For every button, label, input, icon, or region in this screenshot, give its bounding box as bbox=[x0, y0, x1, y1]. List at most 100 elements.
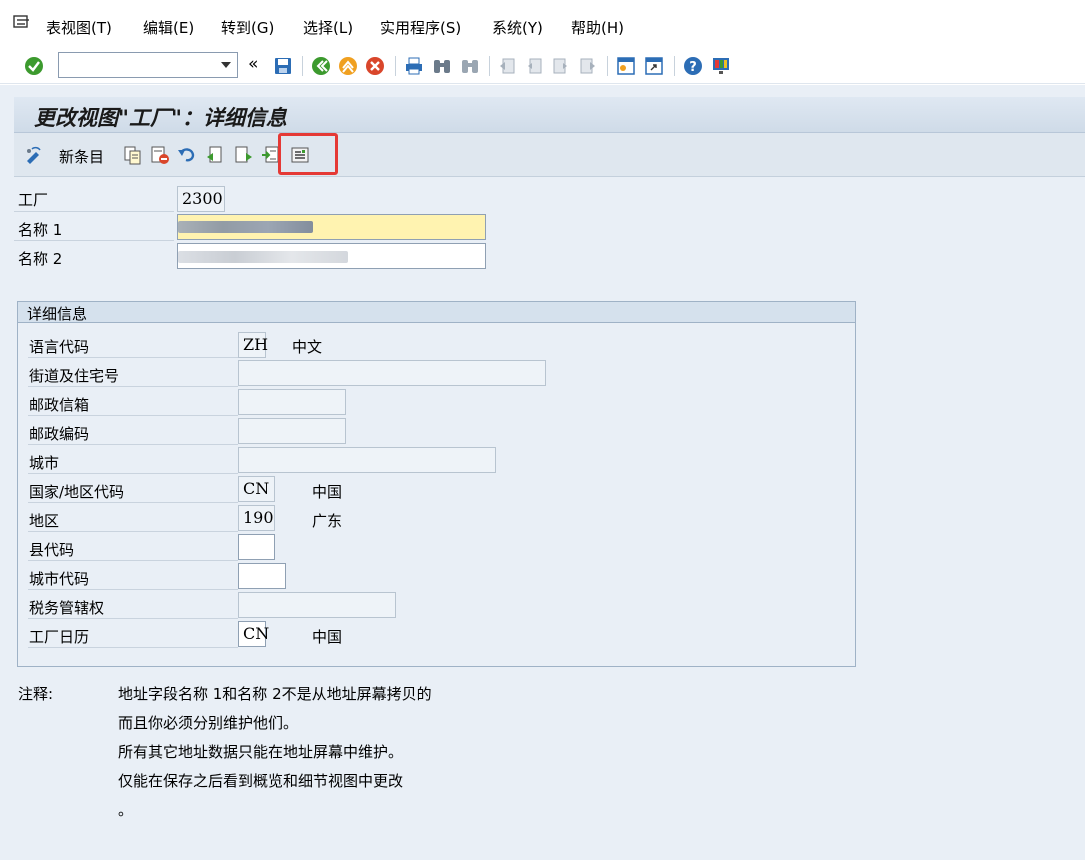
note-line: 地址字段名称 1和名称 2不是从地址屏幕拷贝的 bbox=[118, 685, 432, 703]
postal-code-label: 邮政编码 bbox=[29, 425, 90, 443]
group-title: 详细信息 bbox=[27, 305, 88, 323]
name2-label: 名称 2 bbox=[18, 250, 63, 268]
standard-toolbar: « ? bbox=[0, 48, 1085, 84]
menu-bar: 表视图(T) 编辑(E) 转到(G) 选择(L) 实用程序(S) 系统(Y) 帮… bbox=[0, 0, 1085, 48]
row-divider bbox=[28, 473, 238, 474]
new-entries-button[interactable]: 新条目 bbox=[59, 146, 104, 167]
county-code-label: 县代码 bbox=[29, 541, 75, 559]
county-code-field[interactable] bbox=[238, 534, 275, 560]
note-line: 仅能在保存之后看到概览和细节视图中更改 bbox=[118, 772, 404, 790]
last-page-icon[interactable] bbox=[578, 56, 598, 76]
undo-change-icon[interactable] bbox=[177, 145, 197, 165]
language-code-field: ZH bbox=[238, 332, 268, 358]
highlight-box bbox=[278, 133, 338, 175]
menu-table-view[interactable]: 表视图(T) bbox=[46, 17, 112, 38]
menu-edit[interactable]: 编辑(E) bbox=[143, 17, 194, 38]
menu-utilities[interactable]: 实用程序(S) bbox=[380, 17, 461, 38]
postal-code-field bbox=[238, 418, 346, 444]
note-line: 所有其它地址数据只能在地址屏幕中维护。 bbox=[118, 743, 404, 761]
svg-text:?: ? bbox=[689, 60, 697, 75]
save-icon[interactable] bbox=[273, 56, 293, 76]
menu-help[interactable]: 帮助(H) bbox=[571, 17, 624, 38]
name2-field[interactable] bbox=[177, 243, 486, 269]
toolbar-separator bbox=[674, 56, 675, 76]
next-page-icon[interactable] bbox=[551, 56, 571, 76]
tax-jurisdiction-field bbox=[238, 592, 396, 618]
city-code-field[interactable] bbox=[238, 563, 286, 589]
redacted-text bbox=[178, 221, 313, 233]
toolbar-separator bbox=[607, 56, 608, 76]
row-divider bbox=[14, 211, 174, 212]
toolbar-separator bbox=[302, 56, 303, 76]
language-description: 中文 bbox=[292, 338, 323, 356]
plant-field: 2300 bbox=[177, 186, 225, 212]
row-divider bbox=[28, 531, 238, 532]
language-code-label: 语言代码 bbox=[29, 338, 90, 356]
row-divider bbox=[14, 240, 174, 241]
display-change-icon[interactable] bbox=[24, 145, 44, 165]
customize-layout-icon[interactable] bbox=[711, 56, 731, 76]
row-divider bbox=[28, 415, 238, 416]
toolbar-separator bbox=[489, 56, 490, 76]
row-divider bbox=[28, 502, 238, 503]
exit-icon[interactable] bbox=[338, 56, 358, 76]
application-toolbar: 新条目 bbox=[14, 133, 1085, 177]
note-line: 而且你必须分别维护他们。 bbox=[118, 714, 299, 732]
collapse-command-icon[interactable]: « bbox=[248, 54, 258, 74]
tax-jurisdiction-label: 税务管辖权 bbox=[29, 599, 105, 617]
shortcut-icon[interactable] bbox=[644, 56, 664, 76]
page-title: 更改视图"工厂"：详细信息 bbox=[34, 105, 287, 130]
factory-calendar-field[interactable]: CN bbox=[238, 621, 269, 647]
region-field: 190 bbox=[238, 505, 275, 531]
country-code-field: CN bbox=[238, 476, 275, 502]
region-label: 地区 bbox=[29, 512, 60, 530]
title-bar: 更改视图"工厂"：详细信息 bbox=[14, 97, 1085, 133]
row-divider bbox=[28, 357, 238, 358]
notes-label: 注释: bbox=[18, 685, 54, 703]
factory-calendar-label: 工厂日历 bbox=[29, 628, 90, 646]
menu-goto[interactable]: 转到(G) bbox=[221, 17, 274, 38]
chevron-down-icon[interactable] bbox=[221, 62, 231, 68]
po-box-field bbox=[238, 389, 346, 415]
back-icon[interactable] bbox=[311, 56, 331, 76]
previous-entry-icon[interactable] bbox=[205, 145, 225, 165]
country-description: 中国 bbox=[312, 483, 343, 501]
country-code-label: 国家/地区代码 bbox=[29, 483, 125, 501]
print-icon[interactable] bbox=[404, 56, 424, 76]
note-line: 。 bbox=[118, 801, 134, 819]
row-divider bbox=[28, 589, 238, 590]
find-icon[interactable] bbox=[432, 56, 452, 76]
group-title-bar: 详细信息 bbox=[18, 302, 855, 323]
find-next-icon[interactable] bbox=[460, 56, 480, 76]
city-field bbox=[238, 447, 496, 473]
command-field[interactable] bbox=[58, 52, 238, 78]
region-description: 广东 bbox=[312, 512, 343, 530]
city-label: 城市 bbox=[29, 454, 60, 472]
street-field bbox=[238, 360, 546, 386]
toolbar-separator bbox=[395, 56, 396, 76]
first-page-icon[interactable] bbox=[497, 56, 517, 76]
cancel-icon[interactable] bbox=[365, 56, 385, 76]
copy-as-icon[interactable] bbox=[123, 145, 143, 165]
factory-calendar-description: 中国 bbox=[312, 628, 343, 646]
redacted-text bbox=[178, 251, 348, 263]
menu-system[interactable]: 系统(Y) bbox=[492, 17, 543, 38]
details-group: 详细信息 语言代码 ZH 中文 街道及住宅号 邮政信箱 邮政编码 城市 国家/地… bbox=[17, 301, 856, 667]
name1-field[interactable] bbox=[177, 214, 486, 240]
menu-selection[interactable]: 选择(L) bbox=[303, 17, 353, 38]
menu-icon[interactable] bbox=[13, 15, 31, 31]
new-session-icon[interactable] bbox=[616, 56, 636, 76]
main-area: 更改视图"工厂"：详细信息 新条目 工厂 2300 名称 1 名称 2 详细信息… bbox=[0, 85, 1085, 860]
row-divider bbox=[28, 647, 238, 648]
row-divider bbox=[28, 386, 238, 387]
delete-icon[interactable] bbox=[150, 145, 170, 165]
street-label: 街道及住宅号 bbox=[29, 367, 120, 385]
enter-icon[interactable] bbox=[24, 56, 44, 76]
previous-page-icon[interactable] bbox=[524, 56, 544, 76]
row-divider bbox=[28, 618, 238, 619]
city-code-label: 城市代码 bbox=[29, 570, 90, 588]
help-icon[interactable]: ? bbox=[683, 56, 703, 76]
next-entry-icon[interactable] bbox=[234, 145, 254, 165]
plant-label: 工厂 bbox=[18, 191, 49, 209]
row-divider bbox=[28, 560, 238, 561]
